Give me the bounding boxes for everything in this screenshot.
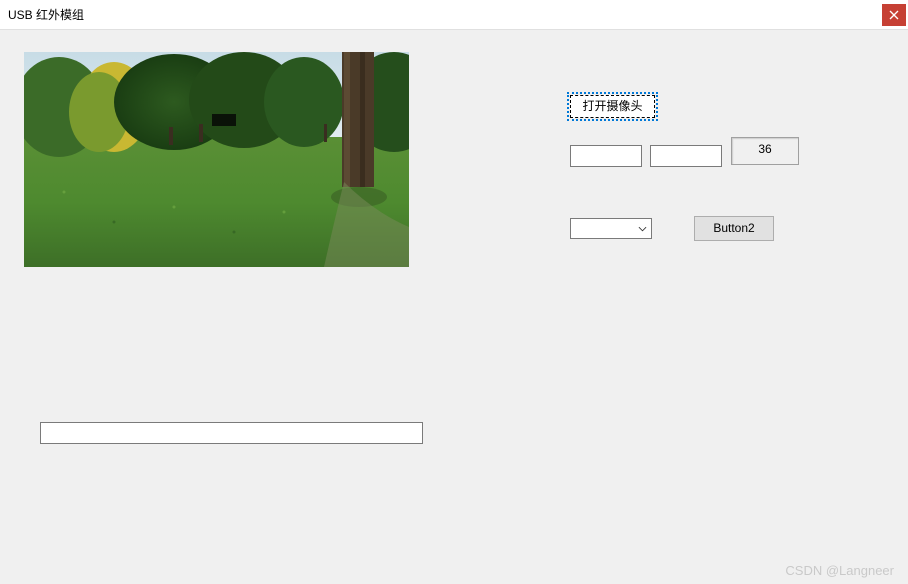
watermark-text: CSDN @Langneer [785,563,894,578]
titlebar: USB 红外模组 [0,0,908,30]
camera-picturebox [24,52,409,267]
combobox[interactable] [570,218,652,239]
status-textbox[interactable] [40,422,423,444]
numeric-display: 36 [731,137,799,165]
close-icon [889,10,899,20]
open-camera-button[interactable]: 打开摄像头 [570,95,655,118]
textbox-2[interactable] [650,145,722,167]
chevron-down-icon [633,219,651,238]
textbox-1[interactable] [570,145,642,167]
close-button[interactable] [882,4,906,26]
window-title: USB 红外模组 [8,6,84,23]
button2[interactable]: Button2 [694,216,774,241]
form-body: 打开摄像头 36 Button2 CSDN @Langneer [0,30,908,584]
